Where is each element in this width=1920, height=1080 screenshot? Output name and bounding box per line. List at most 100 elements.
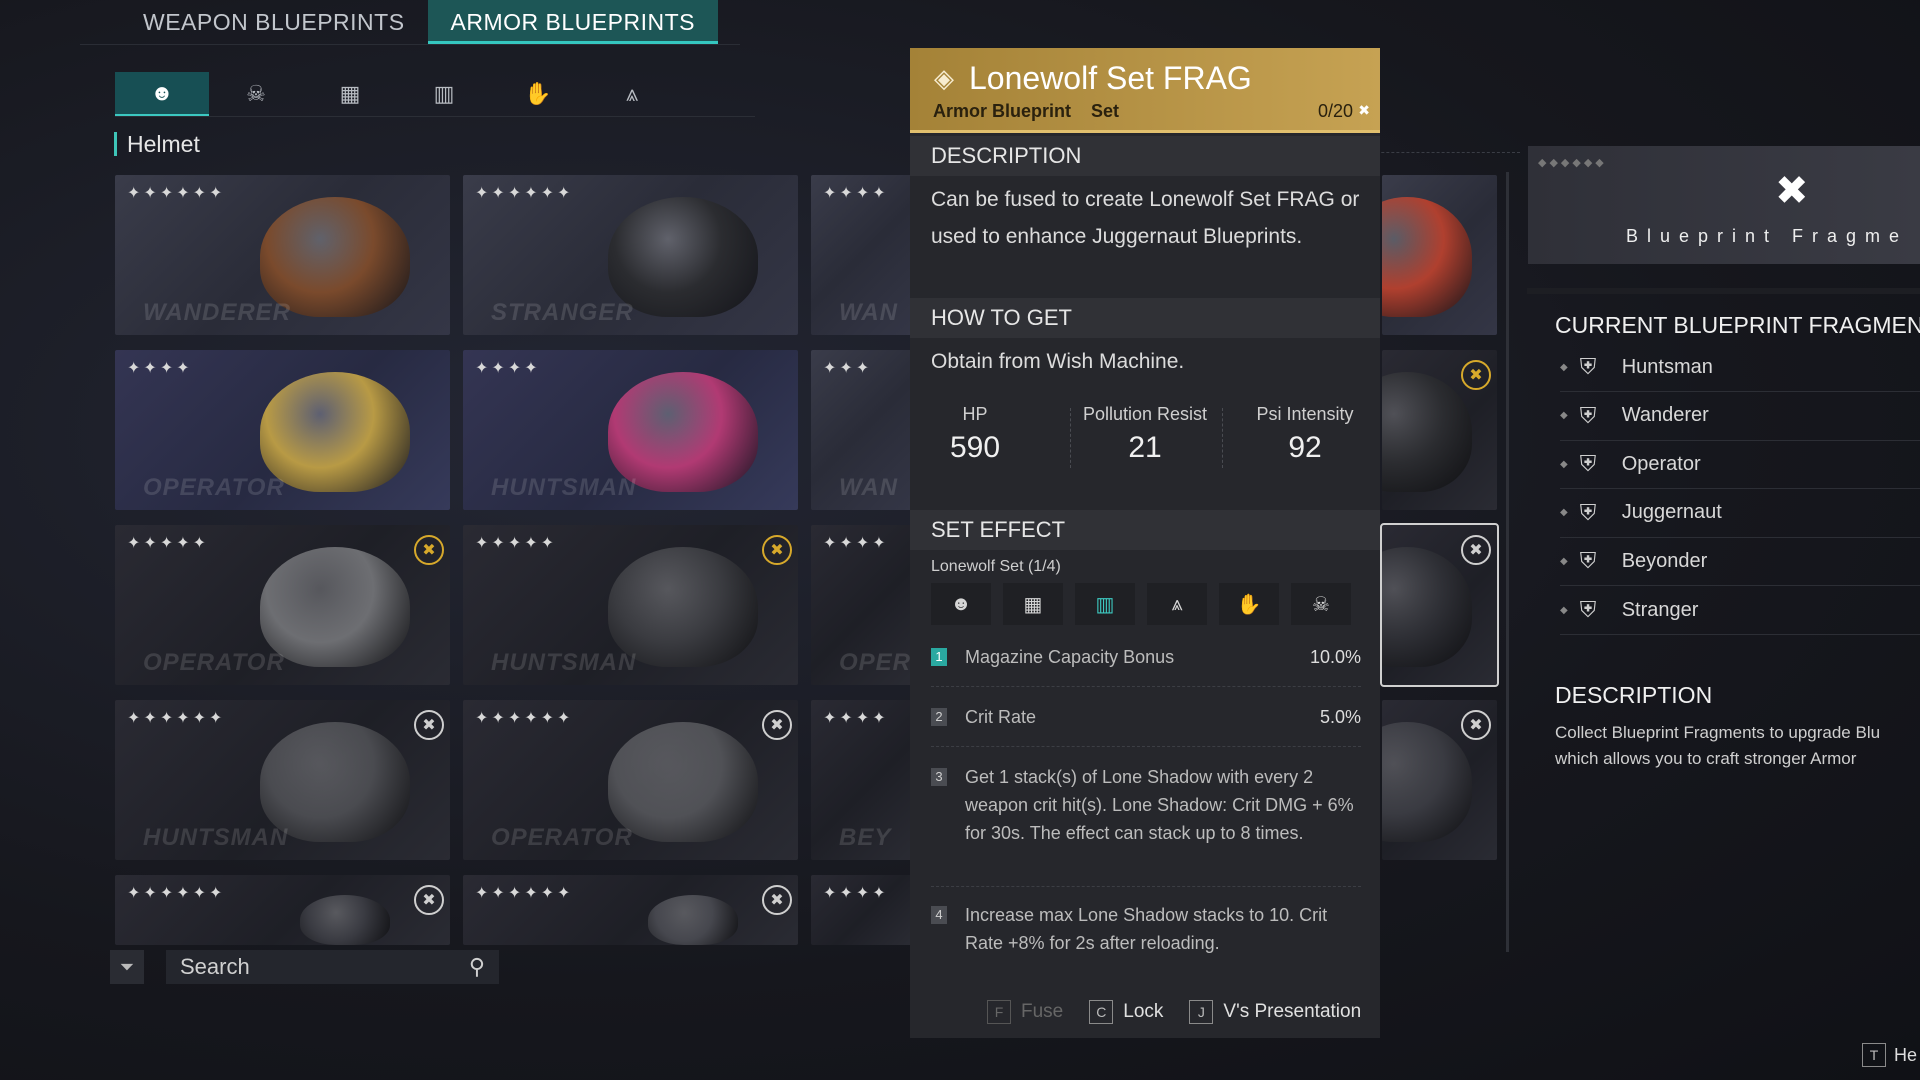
right-description-line: Collect Blueprint Fragments to upgrade B… (1555, 723, 1881, 742)
divider (1527, 288, 1920, 294)
blueprint-card[interactable]: ✦✦✦✦✦✦ HUNTSMAN ✖ (115, 700, 450, 860)
blueprint-watermark: WAN (839, 474, 898, 501)
search-input[interactable]: Search ⚲ (166, 950, 499, 984)
detail-title: Lonewolf Set FRAG (969, 60, 1252, 96)
blueprint-card[interactable]: ✦✦✦✦ HUNTSMAN (463, 350, 798, 510)
puzzle-icon: ✖ (1775, 169, 1809, 213)
blueprint-watermark: HUNTSMAN (491, 474, 637, 501)
rarity-stars: ✦✦✦✦ (823, 885, 889, 902)
fragment-name: Operator (1621, 452, 1701, 475)
fragment-card[interactable]: ◆◆◆◆◆◆ ✖ Blueprint Fragme (1528, 146, 1920, 264)
stat-value: 21 (1128, 431, 1162, 464)
description-text: Can be fused to create Lonewolf Set FRAG… (931, 188, 1360, 248)
bullet-icon: ◆ (1560, 555, 1568, 567)
blueprint-card[interactable]: ✖ (1380, 523, 1499, 687)
stat-pollution-resist: Pollution Resist 21 (1070, 404, 1220, 465)
blueprint-watermark: OPERATOR (143, 649, 285, 676)
blueprint-card[interactable]: ✦✦✦✦✦✦ ✖ (463, 875, 798, 945)
divider (115, 116, 755, 117)
filter-button[interactable]: ⏷ (110, 950, 144, 984)
set-effect-1: 1 Magazine Capacity Bonus 10.0% (931, 643, 1361, 671)
scrollbar[interactable] (1506, 172, 1509, 952)
blueprint-card[interactable]: ✦✦✦✦ OPERATOR (115, 350, 450, 510)
category-gloves-icon[interactable]: ✋ (491, 72, 585, 116)
blueprint-card[interactable]: ✦✦✦✦ (811, 875, 913, 945)
how-to-get-header: HOW TO GET (910, 298, 1380, 338)
effect-value: 10.0% (1309, 647, 1361, 667)
blueprint-card[interactable]: ✖ (1382, 350, 1497, 510)
blueprint-card[interactable]: ✦✦✦✦✦✦ STRANGER (463, 175, 798, 335)
fragment-row[interactable]: ◆ ⛨ Huntsman (1560, 343, 1920, 392)
effect-number: 1 (931, 648, 947, 666)
fragment-name: Juggernaut (1621, 501, 1722, 524)
search-placeholder: Search (180, 954, 250, 979)
rarity-stars: ✦✦✦✦✦✦ (127, 185, 226, 202)
fragment-badge-icon: ✖ (414, 885, 444, 915)
helmet-image (1382, 547, 1472, 667)
blueprint-watermark: OPER (839, 649, 912, 676)
tab-armor-blueprints[interactable]: ARMOR BLUEPRINTS (427, 0, 718, 44)
blueprint-card[interactable]: ✦✦✦✦ WAN (811, 175, 913, 335)
faction-emblem-icon: ⛨ (1579, 354, 1597, 379)
category-pants-icon[interactable]: ▥ (397, 72, 491, 116)
effect-number: 3 (931, 768, 947, 786)
filter-icon: ⏷ (119, 956, 135, 977)
blueprint-card[interactable]: ✦✦✦✦✦ OPERATOR ✖ (115, 525, 450, 685)
help-hint[interactable]: T He (1862, 1043, 1917, 1067)
fragment-badge-icon: ✖ (762, 535, 792, 565)
fragment-row[interactable]: ◆ ⛨ Wanderer (1560, 392, 1920, 441)
lock-button[interactable]: Lock (1123, 1001, 1163, 1023)
bullet-icon: ◆ (1560, 458, 1568, 470)
presentation-button[interactable]: V's Presentation (1223, 1001, 1361, 1023)
rarity-stars: ✦✦✦✦ (823, 535, 889, 552)
section-label: Helmet (114, 132, 200, 156)
fragment-row[interactable]: ◆ ⛨ Beyonder (1560, 537, 1920, 587)
set-mask-icon: ☠ (1291, 583, 1351, 625)
fragment-row[interactable]: ◆ ⛨ Operator (1560, 440, 1920, 490)
helmet-image (1382, 722, 1472, 842)
blueprint-card[interactable]: ✖ (1382, 700, 1497, 860)
blueprint-watermark: OPERATOR (143, 474, 285, 501)
fragment-badge-icon: ✖ (1461, 710, 1491, 740)
faction-emblem-icon: ⛨ (1579, 597, 1597, 622)
stat-hp: HP 590 (910, 404, 1040, 465)
fuse-button[interactable]: Fuse (1021, 1001, 1063, 1023)
fragment-row[interactable]: ◆ ⛨ Stranger (1560, 586, 1920, 635)
right-description-title: DESCRIPTION (1555, 682, 1713, 708)
blueprint-card[interactable] (1382, 175, 1497, 335)
category-mask-icon[interactable]: ☠ (209, 72, 303, 116)
rarity-stars: ✦✦✦✦✦✦ (127, 885, 226, 902)
bullet-icon: ◆ (1560, 361, 1568, 373)
blueprint-watermark: BEY (839, 824, 892, 851)
set-effect-3: 3 Get 1 stack(s) of Lone Shadow with eve… (931, 763, 1361, 847)
tab-weapon-blueprints[interactable]: WEAPON BLUEPRINTS (120, 0, 428, 44)
effect-text: Get 1 stack(s) of Lone Shadow with every… (965, 767, 1354, 843)
blueprint-card[interactable]: ✦✦✦ WAN (811, 350, 913, 510)
fragment-badge-icon: ✖ (414, 710, 444, 740)
blueprint-icon: ◈ (934, 63, 954, 93)
blueprint-watermark: HUNTSMAN (491, 649, 637, 676)
fragment-badge-icon: ✖ (762, 885, 792, 915)
category-helmet-icon[interactable]: ☻ (115, 72, 209, 116)
effect-text: Crit Rate (965, 707, 1037, 727)
category-armor-icon[interactable]: ▦ (303, 72, 397, 116)
blueprint-card[interactable]: ✦✦✦✦✦✦ ✖ (115, 875, 450, 945)
fragment-badge-icon: ✖ (1461, 360, 1491, 390)
rarity-stars: ✦✦✦ (823, 360, 873, 377)
rarity-stars: ✦✦✦✦✦✦ (475, 710, 574, 727)
blueprint-card[interactable]: ✦✦✦✦ OPER (811, 525, 913, 685)
set-effect-2: 2 Crit Rate 5.0% (931, 703, 1361, 731)
rarity-stars: ✦✦✦✦ (823, 710, 889, 727)
set-effect-header: SET EFFECT (910, 510, 1380, 550)
blueprint-card[interactable]: ✦✦✦✦ BEY (811, 700, 913, 860)
key-hint: T (1862, 1043, 1886, 1067)
category-boots-icon[interactable]: ⩓ (585, 72, 679, 116)
blueprint-card[interactable]: ✦✦✦✦✦✦ OPERATOR ✖ (463, 700, 798, 860)
blueprint-card[interactable]: ✦✦✦✦✦✦ WANDERER (115, 175, 450, 335)
blueprint-card[interactable]: ✦✦✦✦✦ HUNTSMAN ✖ (463, 525, 798, 685)
bullet-icon: ◆ (1560, 410, 1568, 422)
fragment-row[interactable]: ◆ ⛨ Juggernaut (1560, 489, 1920, 538)
detail-header: ◈ Lonewolf Set FRAG Armor Blueprint Set … (910, 48, 1380, 133)
stat-value: 92 (1288, 431, 1322, 464)
stat-label: HP (962, 404, 988, 424)
